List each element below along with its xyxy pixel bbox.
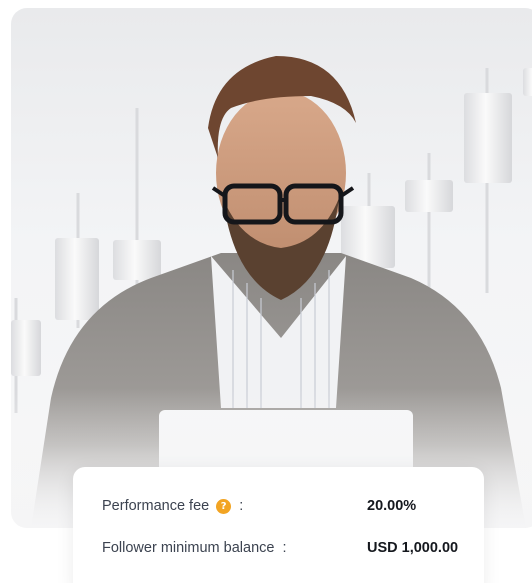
help-icon[interactable]: ? <box>216 498 232 514</box>
performance-fee-label: Performance fee <box>102 498 210 514</box>
trader-profile-panel: Performance fee ? : 20.00% Follower mini… <box>0 0 532 583</box>
follower-minimum-balance-value: USD 1,000.00 <box>367 540 459 556</box>
row-separator: : <box>239 498 244 514</box>
follower-minimum-balance-row: Follower minimum balance : USD 1,000.00 <box>102 537 464 559</box>
follower-minimum-balance-label-group: Follower minimum balance : <box>102 540 286 556</box>
row-separator: : <box>282 540 287 556</box>
performance-fee-value: 20.00% <box>367 498 417 514</box>
performance-fee-label-group: Performance fee ? : <box>102 498 243 514</box>
performance-fee-row: Performance fee ? : 20.00% <box>102 495 464 517</box>
copy-trading-info-card: Performance fee ? : 20.00% Follower mini… <box>73 467 484 583</box>
hero-illustration <box>11 56 532 528</box>
hero-image-card <box>11 8 532 528</box>
follower-minimum-balance-label: Follower minimum balance <box>102 540 275 556</box>
